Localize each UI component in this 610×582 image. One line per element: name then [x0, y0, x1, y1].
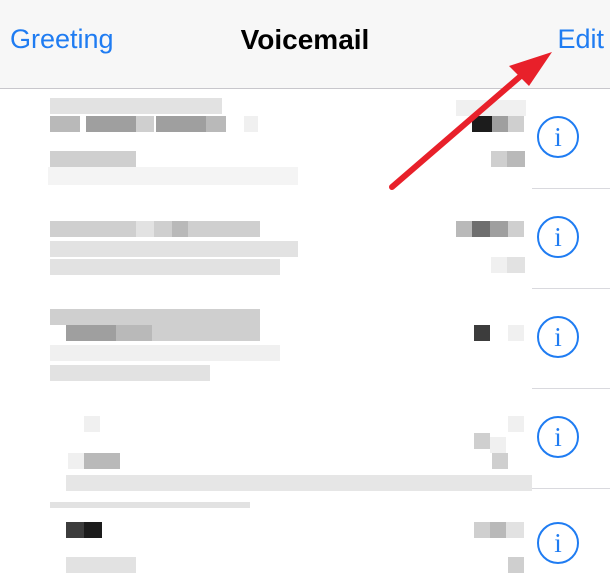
voicemail-row[interactable]: i: [0, 389, 610, 491]
info-icon[interactable]: i: [537, 416, 579, 458]
info-icon[interactable]: i: [537, 316, 579, 358]
info-icon[interactable]: i: [537, 116, 579, 158]
navigation-bar: Greeting Voicemail Edit: [0, 0, 610, 89]
page-title: Voicemail: [240, 24, 370, 55]
voicemail-list: i i i i i: [0, 89, 610, 582]
voicemail-row[interactable]: i: [0, 189, 610, 289]
voicemail-row[interactable]: i: [0, 489, 610, 582]
voicemail-row[interactable]: i: [0, 89, 610, 189]
edit-button[interactable]: Edit: [557, 24, 604, 55]
info-icon[interactable]: i: [537, 216, 579, 258]
voicemail-row[interactable]: i: [0, 289, 610, 389]
info-icon[interactable]: i: [537, 522, 579, 564]
